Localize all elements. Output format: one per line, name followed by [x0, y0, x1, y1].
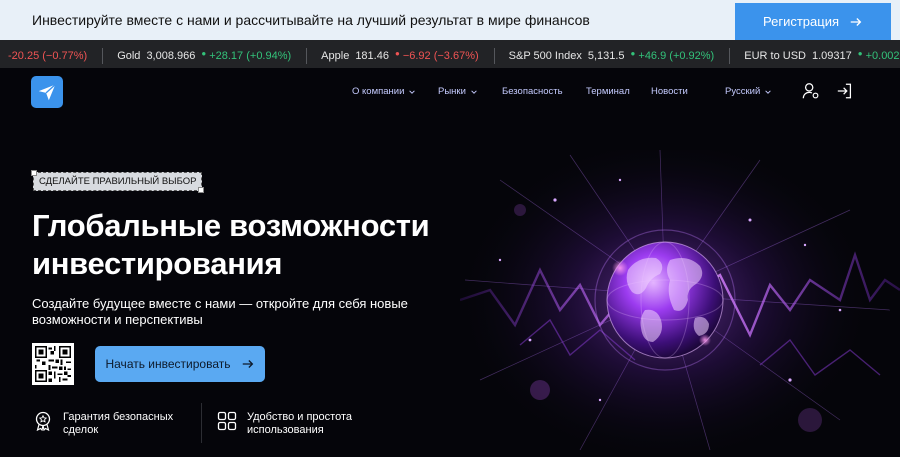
ticker-separator	[306, 48, 308, 64]
ticker-change: +0.00205 (+0.19%)	[865, 50, 900, 62]
ticker-separator	[493, 48, 495, 64]
ticker-separator	[102, 48, 104, 64]
hero-badge: СДЕЛАЙТЕ ПРАВИЛЬНЫЙ ВЫБОР	[30, 170, 205, 193]
feature-convenience-text: Удобство и простота использования	[247, 411, 352, 436]
ticker-change: +46.9 (+0.92%)	[638, 50, 715, 62]
language-label: Русский	[725, 86, 761, 97]
nav-terminal[interactable]: Терминал	[586, 86, 630, 97]
register-label: Регистрация	[763, 14, 839, 29]
nav-security[interactable]: Безопасность	[502, 86, 563, 97]
award-icon	[35, 411, 51, 431]
ticker-name: EUR to USD	[744, 50, 806, 62]
ticker-name: Apple	[321, 50, 350, 62]
feature-safe-deals: Гарантия безопасных сделок	[33, 411, 188, 437]
chevron-down-icon	[765, 89, 771, 94]
ticker-price: 5,131.5	[587, 50, 625, 62]
feature-convenience: Удобство и простота использования	[217, 411, 397, 437]
grid-icon	[217, 411, 237, 431]
chevron-down-icon	[471, 89, 477, 94]
promo-bar: Инвестируйте вместе с нами и рассчитывай…	[0, 0, 900, 40]
chevron-down-icon	[409, 89, 416, 94]
nav-terminal-label: Терминал	[586, 86, 630, 97]
login-icon[interactable]	[836, 82, 854, 100]
ticker-item[interactable]: -20.25 (−0.77%)	[0, 50, 102, 62]
ticker-status-dot-icon: ●	[857, 48, 863, 58]
price-ticker: -20.25 (−0.77%) Gold 3,008.966 ● +28.17 (+0.…	[0, 40, 900, 68]
ticker-name: S&P 500 Index	[508, 50, 582, 62]
qr-code[interactable]	[32, 343, 74, 385]
ticker-price: 181.46	[355, 50, 389, 62]
ticker-price: 3,008.966	[146, 50, 196, 62]
globe-illustration	[460, 150, 900, 457]
ticker-item[interactable]: Apple 181.46 ● −6.92 (−3.67%)	[306, 48, 493, 64]
ticker-status-dot-icon: ●	[630, 48, 636, 58]
arrow-right-icon	[850, 17, 862, 26]
ticker-track: -20.25 (−0.77%) Gold 3,008.966 ● +28.17 (+0.…	[0, 48, 900, 64]
nav-news-label: Новости	[651, 86, 688, 97]
hero-subtitle: Создайте будущее вместе с нами — откройт…	[32, 296, 408, 327]
promo-text: Инвестируйте вместе с нами и рассчитывай…	[32, 12, 590, 28]
ticker-item[interactable]: EUR to USD 1.09317 ●+0.00205 (+0.19%)	[729, 48, 900, 64]
ticker-change: +28.17 (+0.94%)	[209, 50, 292, 62]
start-investing-button[interactable]: Начать инвестировать	[95, 346, 265, 382]
ticker-price: 1.09317	[811, 50, 852, 62]
register-button[interactable]: Регистрация	[735, 3, 891, 40]
start-investing-label: Начать инвестировать	[105, 357, 231, 371]
ticker-change: -20.25 (−0.77%)	[8, 50, 88, 62]
ticker-change: −6.92 (−3.67%)	[402, 50, 479, 62]
feature-divider	[201, 403, 202, 443]
paper-plane-logo-icon	[38, 84, 56, 101]
language-select[interactable]: Русский	[725, 86, 772, 97]
ticker-status-dot-icon: ●	[394, 48, 400, 58]
ticker-status-dot-icon: ●	[201, 48, 207, 58]
qr-code-image	[35, 346, 71, 382]
ticker-separator	[729, 48, 731, 64]
nav-news[interactable]: Новости	[651, 86, 688, 97]
nav-security-label: Безопасность	[502, 86, 563, 97]
ticker-item[interactable]: Gold 3,008.966 ● +28.17 (+0.94%)	[102, 48, 306, 64]
nav-about-label: О компании	[352, 86, 405, 97]
user-settings-icon[interactable]	[802, 82, 820, 100]
nav-markets-label: Рынки	[438, 86, 466, 97]
hero-title: Глобальные возможности инвестирования	[32, 208, 430, 281]
arrow-right-icon	[242, 360, 253, 368]
logo[interactable]	[31, 76, 63, 108]
ticker-name: Gold	[117, 50, 141, 62]
nav-about[interactable]: О компании	[352, 86, 416, 97]
nav-markets[interactable]: Рынки	[438, 86, 478, 97]
feature-safe-deals-text: Гарантия безопасных сделок	[63, 411, 174, 436]
ticker-item[interactable]: S&P 500 Index 5,131.5 ● +46.9 (+0.92%)	[493, 48, 730, 64]
